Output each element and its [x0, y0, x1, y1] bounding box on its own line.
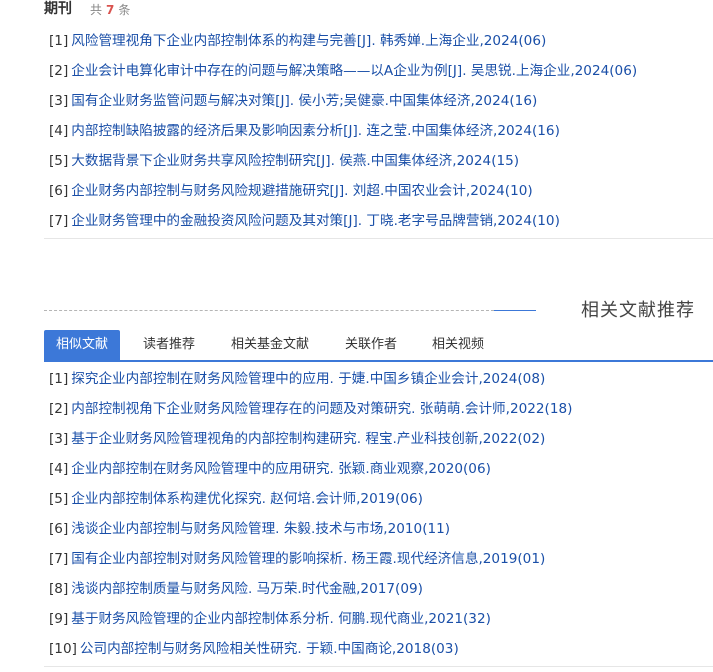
- item-index: [5]: [49, 491, 69, 507]
- list-item[interactable]: [9] 基于财务风险管理的企业内部控制体系分析. 何鹏.现代商业,2021(32): [44, 604, 713, 634]
- list-item[interactable]: [7] 企业财务管理中的金融投资风险问题及其对策[J]. 丁晓.老字号品牌营销,2…: [44, 206, 713, 236]
- list-item[interactable]: [6] 企业财务内部控制与财务风险规避措施研究[J]. 刘超.中国农业会计,202…: [44, 176, 713, 206]
- item-index: [8]: [49, 581, 69, 597]
- list-item[interactable]: [3] 国有企业财务监管问题与解决对策[J]. 侯小芳;吴健豪.中国集体经济,20…: [44, 86, 713, 116]
- tab-fund-literature[interactable]: 相关基金文献: [218, 330, 322, 360]
- periodical-list: [1] 风险管理视角下企业内部控制体系的构建与完善[J]. 韩秀婵.上海企业,20…: [44, 26, 713, 236]
- reference-link[interactable]: 公司内部控制与财务风险相关性研究. 于颖.中国商论,2018(03): [80, 641, 459, 657]
- item-index: [2]: [49, 63, 69, 79]
- reference-link[interactable]: 企业财务管理中的金融投资风险问题及其对策[J]. 丁晓.老字号品牌营销,2024…: [71, 213, 560, 229]
- list-item[interactable]: [4] 内部控制缺陷披露的经济后果及影响因素分析[J]. 连之莹.中国集体经济,2…: [44, 116, 713, 146]
- item-index: [4]: [49, 461, 69, 477]
- count-prefix: 共: [90, 3, 103, 17]
- reference-link[interactable]: 风险管理视角下企业内部控制体系的构建与完善[J]. 韩秀婵.上海企业,2024(…: [71, 33, 546, 49]
- list-item[interactable]: [1] 探究企业内部控制在财务风险管理中的应用. 于婕.中国乡镇企业会计,2024…: [44, 364, 713, 394]
- reference-link[interactable]: 内部控制视角下企业财务风险管理存在的问题及对策研究. 张萌萌.会计师,2022(…: [71, 401, 572, 417]
- reference-link[interactable]: 探究企业内部控制在财务风险管理中的应用. 于婕.中国乡镇企业会计,2024(08…: [71, 371, 545, 387]
- item-index: [10]: [49, 641, 77, 657]
- item-index: [1]: [49, 371, 69, 387]
- reference-link[interactable]: 企业会计电算化审计中存在的问题与解决策略——以A企业为例[J]. 吴思锐.上海企…: [71, 63, 637, 79]
- list-item[interactable]: [4] 企业内部控制在财务风险管理中的应用研究. 张颖.商业观察,2020(06): [44, 454, 713, 484]
- item-index: [5]: [49, 153, 69, 169]
- item-index: [7]: [49, 213, 69, 229]
- count-number: 7: [106, 3, 115, 17]
- item-index: [9]: [49, 611, 69, 627]
- reference-link[interactable]: 企业财务内部控制与财务风险规避措施研究[J]. 刘超.中国农业会计,2024(1…: [71, 183, 532, 199]
- tab-related-authors[interactable]: 关联作者: [332, 330, 410, 360]
- tab-related-videos[interactable]: 相关视频: [420, 330, 496, 360]
- related-section-title: 相关文献推荐: [581, 300, 695, 321]
- tab-reader-recommend[interactable]: 读者推荐: [130, 330, 208, 360]
- related-section-header: 相关文献推荐: [44, 296, 713, 324]
- item-index: [3]: [49, 431, 69, 447]
- list-item[interactable]: [7] 国有企业内部控制对财务风险管理的影响探析. 杨王霞.现代经济信息,2019…: [44, 544, 713, 574]
- reference-link[interactable]: 基于企业财务风险管理视角的内部控制构建研究. 程宝.产业科技创新,2022(02…: [71, 431, 545, 447]
- item-index: [7]: [49, 551, 69, 567]
- related-tabs: 相似文献 读者推荐 相关基金文献 关联作者 相关视频: [44, 330, 713, 362]
- reference-link[interactable]: 国有企业内部控制对财务风险管理的影响探析. 杨王霞.现代经济信息,2019(01…: [71, 551, 545, 567]
- list-item[interactable]: [8] 浅谈内部控制质量与财务风险. 马万荣.时代金融,2017(09): [44, 574, 713, 604]
- periodical-title: 期刊: [44, 1, 72, 17]
- reference-link[interactable]: 国有企业财务监管问题与解决对策[J]. 侯小芳;吴健豪.中国集体经济,2024(…: [71, 93, 537, 109]
- periodical-header: 期刊 共7条: [44, 0, 130, 18]
- item-index: [4]: [49, 123, 69, 139]
- list-item[interactable]: [1] 风险管理视角下企业内部控制体系的构建与完善[J]. 韩秀婵.上海企业,20…: [44, 26, 713, 56]
- result-count: 共7条: [90, 1, 130, 18]
- list-item[interactable]: [5] 企业内部控制体系构建优化探究. 赵何培.会计师,2019(06): [44, 484, 713, 514]
- list-bottom-divider: [44, 666, 713, 667]
- dashed-divider: [44, 310, 494, 311]
- reference-link[interactable]: 基于财务风险管理的企业内部控制体系分析. 何鹏.现代商业,2021(32): [71, 611, 491, 627]
- similar-list: [1] 探究企业内部控制在财务风险管理中的应用. 于婕.中国乡镇企业会计,2024…: [44, 364, 713, 664]
- section-divider: [44, 238, 713, 239]
- list-item[interactable]: [10] 公司内部控制与财务风险相关性研究. 于颖.中国商论,2018(03): [44, 634, 713, 664]
- item-index: [2]: [49, 401, 69, 417]
- accent-divider: [494, 310, 536, 311]
- count-suffix: 条: [118, 3, 131, 17]
- reference-link[interactable]: 浅谈内部控制质量与财务风险. 马万荣.时代金融,2017(09): [71, 581, 423, 597]
- list-item[interactable]: [5] 大数据背景下企业财务共享风险控制研究[J]. 侯燕.中国集体经济,2024…: [44, 146, 713, 176]
- reference-link[interactable]: 大数据背景下企业财务共享风险控制研究[J]. 侯燕.中国集体经济,2024(15…: [71, 153, 519, 169]
- reference-link[interactable]: 浅谈企业内部控制与财务风险管理. 朱毅.技术与市场,2010(11): [71, 521, 450, 537]
- item-index: [3]: [49, 93, 69, 109]
- reference-link[interactable]: 内部控制缺陷披露的经济后果及影响因素分析[J]. 连之莹.中国集体经济,2024…: [71, 123, 560, 139]
- item-index: [6]: [49, 521, 69, 537]
- reference-link[interactable]: 企业内部控制在财务风险管理中的应用研究. 张颖.商业观察,2020(06): [71, 461, 491, 477]
- list-item[interactable]: [2] 企业会计电算化审计中存在的问题与解决策略——以A企业为例[J]. 吴思锐.…: [44, 56, 713, 86]
- tab-similar[interactable]: 相似文献: [44, 330, 120, 360]
- list-item[interactable]: [6] 浅谈企业内部控制与财务风险管理. 朱毅.技术与市场,2010(11): [44, 514, 713, 544]
- reference-link[interactable]: 企业内部控制体系构建优化探究. 赵何培.会计师,2019(06): [71, 491, 423, 507]
- list-item[interactable]: [2] 内部控制视角下企业财务风险管理存在的问题及对策研究. 张萌萌.会计师,20…: [44, 394, 713, 424]
- item-index: [1]: [49, 33, 69, 49]
- list-item[interactable]: [3] 基于企业财务风险管理视角的内部控制构建研究. 程宝.产业科技创新,2022…: [44, 424, 713, 454]
- item-index: [6]: [49, 183, 69, 199]
